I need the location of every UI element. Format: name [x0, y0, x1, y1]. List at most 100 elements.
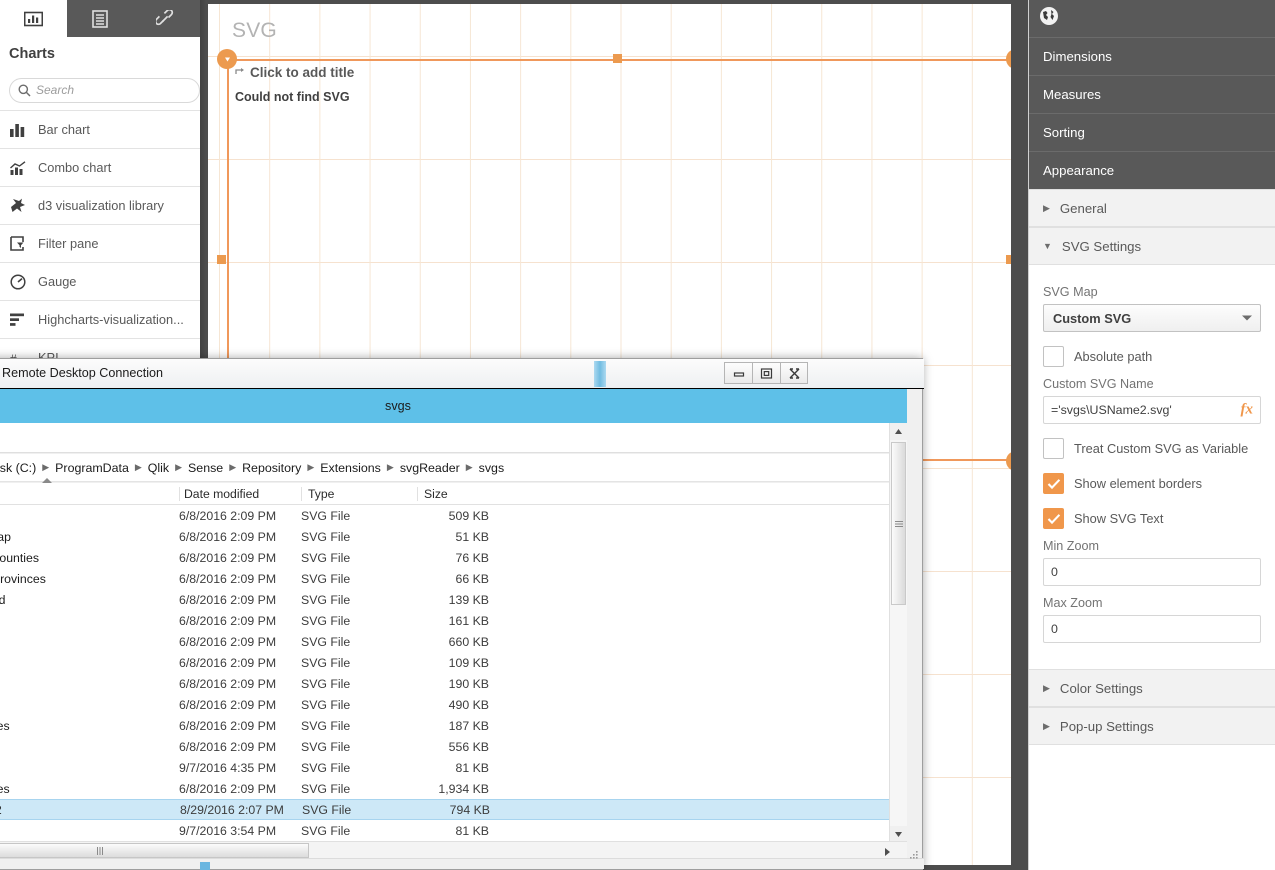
sidebar-item-master-items[interactable]	[133, 0, 200, 37]
hscroll-right-button[interactable]	[885, 848, 890, 856]
resize-grip[interactable]	[909, 847, 919, 857]
file-date-modified: 9/7/2016 3:54 PM	[179, 824, 276, 838]
minimize-button[interactable]	[724, 362, 752, 384]
min-zoom-field[interactable]: 0	[1043, 558, 1261, 586]
treat-as-variable-checkbox[interactable]	[1043, 438, 1064, 459]
file-date-modified: 6/8/2016 2:09 PM	[179, 677, 276, 691]
chart-list[interactable]: Bar chart Combo chart	[0, 110, 200, 363]
table-row[interactable]: uk6/8/2016 2:09 PMSVG File490 KB	[0, 694, 907, 715]
search-row	[0, 71, 200, 109]
file-type: SVG File	[301, 551, 350, 565]
breadcrumb-item[interactable]: Local Disk (C:)	[0, 461, 39, 475]
resize-handle-middle-right[interactable]	[1006, 255, 1011, 264]
column-header-name[interactable]: Name	[0, 487, 164, 501]
file-date-modified: 6/8/2016 2:09 PM	[179, 782, 276, 796]
accordion-general[interactable]: ▶ General	[1029, 189, 1275, 227]
sort-ascending-icon	[42, 478, 52, 483]
table-row[interactable]: turkey6/8/2016 2:09 PMSVG File190 KB	[0, 673, 907, 694]
show-svg-text-row[interactable]: Show SVG Text	[1043, 508, 1261, 529]
file-type: SVG File	[301, 698, 350, 712]
vertical-scrollbar[interactable]	[889, 423, 907, 843]
list-item[interactable]: Combo chart	[0, 149, 200, 187]
breadcrumb-item[interactable]: Qlik	[145, 461, 172, 475]
table-row[interactable]: stadiummap6/8/2016 2:09 PMSVG File51 KB	[0, 526, 907, 547]
tab-sorting[interactable]: Sorting	[1029, 113, 1275, 151]
file-date-modified: 6/8/2016 2:09 PM	[179, 656, 276, 670]
table-row[interactable]: us_counties6/8/2016 2:09 PMSVG File1,934…	[0, 778, 907, 799]
hscrollbar-thumb[interactable]	[0, 843, 309, 858]
show-element-borders-row[interactable]: Show element borders	[1043, 473, 1261, 494]
list-item[interactable]: Filter pane	[0, 225, 200, 263]
accordion-color-settings[interactable]: ▶ Color Settings	[1029, 669, 1275, 707]
tab-dimensions[interactable]: Dimensions	[1029, 37, 1275, 75]
breadcrumb-item[interactable]: svgReader	[397, 461, 463, 475]
absolute-path-row[interactable]: Absolute path	[1043, 346, 1261, 367]
list-item[interactable]: d3 visualization library	[0, 187, 200, 225]
resize-handle-top-center[interactable]	[613, 54, 622, 63]
filter-pane-icon	[10, 236, 34, 251]
column-header-type[interactable]: Type	[301, 487, 413, 501]
file-type: SVG File	[301, 593, 350, 607]
file-type: SVG File	[301, 761, 350, 775]
breadcrumb-item[interactable]: ProgramData	[52, 461, 132, 475]
file-name: switzerland	[0, 593, 6, 607]
sidebar-item-charts[interactable]	[0, 0, 67, 37]
file-list[interactable]: spain6/8/2016 2:09 PMSVG File509 KBstadi…	[0, 505, 907, 843]
rdp-pin-icon[interactable]	[594, 361, 606, 387]
close-button[interactable]	[780, 362, 808, 384]
column-header-size[interactable]: Size	[417, 487, 497, 501]
file-explorer-window[interactable]: Remote Desktop Connection	[0, 358, 923, 870]
list-item[interactable]: Highcharts-visualization...	[0, 301, 200, 339]
breadcrumb-item[interactable]: Repository	[239, 461, 304, 475]
resize-handle-top-left[interactable]	[217, 49, 237, 69]
globe-icon[interactable]	[1039, 6, 1059, 31]
table-row[interactable]: uk_pol6/8/2016 2:09 PMSVG File556 KB	[0, 736, 907, 757]
table-row[interactable]: spain6/8/2016 2:09 PMSVG File509 KB	[0, 505, 907, 526]
explorer-title-bar: svgs	[0, 389, 907, 423]
resize-handle-middle-left[interactable]	[217, 255, 226, 264]
file-size: 490 KB	[417, 698, 489, 712]
table-row[interactable]: us9/7/2016 4:35 PMSVG File81 KB	[0, 757, 907, 778]
accordion-popup-settings[interactable]: ▶ Pop-up Settings	[1029, 707, 1275, 745]
scrollbar-thumb[interactable]	[891, 442, 906, 605]
spacer	[1043, 643, 1261, 669]
breadcrumb: This PC ▶ Local Disk (C:) ▶ ProgramData …	[0, 461, 507, 475]
custom-svg-name-field[interactable]: ='svgs\USName2.svg' fx	[1043, 396, 1261, 424]
table-row[interactable]: switzerland6/8/2016 2:09 PMSVG File139 K…	[0, 589, 907, 610]
horizontal-scrollbar[interactable]	[0, 841, 907, 859]
search-box[interactable]	[9, 78, 200, 103]
list-item[interactable]: Gauge	[0, 263, 200, 301]
table-row[interactable]: usnohi9/7/2016 3:54 PMSVG File81 KB	[0, 820, 907, 841]
breadcrumb-item[interactable]: svgs	[476, 461, 507, 475]
show-svg-text-checkbox[interactable]	[1043, 508, 1064, 529]
scroll-up-button[interactable]	[890, 423, 907, 440]
show-element-borders-checkbox[interactable]	[1043, 473, 1064, 494]
absolute-path-checkbox[interactable]	[1043, 346, 1064, 367]
column-header-date[interactable]: Date modified	[179, 487, 309, 501]
tab-measures[interactable]: Measures	[1029, 75, 1275, 113]
breadcrumb-item[interactable]: Extensions	[317, 461, 384, 475]
search-input[interactable]	[36, 83, 191, 97]
table-row[interactable]: thailand6/8/2016 2:09 PMSVG File660 KB	[0, 631, 907, 652]
table-row[interactable]: taiwan6/8/2016 2:09 PMSVG File161 KB	[0, 610, 907, 631]
table-row[interactable]: sweden_counties6/8/2016 2:09 PMSVG File7…	[0, 547, 907, 568]
table-row[interactable]: uk_counties6/8/2016 2:09 PMSVG File187 K…	[0, 715, 907, 736]
expression-fx-icon[interactable]: fx	[1241, 402, 1254, 419]
svg-map-select[interactable]: Custom SVG	[1043, 304, 1261, 332]
max-zoom-field[interactable]: 0	[1043, 615, 1261, 643]
list-item[interactable]: Bar chart	[0, 111, 200, 149]
address-bar[interactable]: This PC ▶ Local Disk (C:) ▶ ProgramData …	[0, 454, 907, 482]
table-row[interactable]: tunisia6/8/2016 2:09 PMSVG File109 KB	[0, 652, 907, 673]
minimize-icon	[733, 368, 745, 378]
treat-as-variable-row[interactable]: Treat Custom SVG as Variable	[1043, 438, 1261, 459]
file-date-modified: 8/29/2016 2:07 PM	[180, 803, 284, 817]
properties-panel: Dimensions Measures Sorting Appearance ▶…	[1028, 0, 1275, 870]
table-row[interactable]: sweden_provinces6/8/2016 2:09 PMSVG File…	[0, 568, 907, 589]
restore-button[interactable]	[752, 362, 780, 384]
explorer-ribbon: are View	[0, 423, 907, 453]
tab-appearance[interactable]: Appearance	[1029, 151, 1275, 189]
breadcrumb-item[interactable]: Sense	[185, 461, 226, 475]
table-row[interactable]: USName28/29/2016 2:07 PMSVG File794 KB	[0, 799, 907, 820]
sidebar-item-fields[interactable]	[67, 0, 134, 37]
accordion-svg-settings[interactable]: ▼ SVG Settings	[1029, 227, 1275, 265]
